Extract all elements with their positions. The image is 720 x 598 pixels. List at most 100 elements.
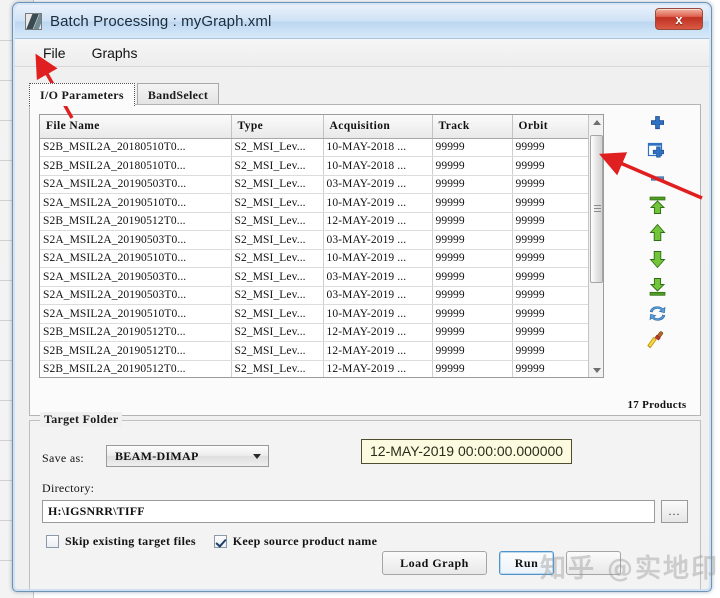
- directory-value: H:\IGSNRR\TIFF: [48, 504, 145, 518]
- cell-acquisition: 12-MAY-2019 ...: [323, 341, 433, 361]
- cell-acquisition: 12-MAY-2019 ...: [323, 360, 433, 377]
- table-row[interactable]: S2A_MSIL2A_20190503T0... S2_MSI_Lev... 03-…: [40, 267, 603, 287]
- directory-label: Directory:: [42, 481, 95, 495]
- title-bar: Batch Processing : myGraph.xml x: [15, 5, 709, 39]
- content-area: I/O Parameters BandSelect File Name Type…: [15, 68, 709, 589]
- broom-icon: [647, 331, 664, 349]
- table-row[interactable]: S2B_MSIL2A_20180510T0... S2_MSI_Lev... 10-…: [40, 156, 603, 176]
- table-vertical-scrollbar[interactable]: [588, 115, 603, 377]
- cell-track: 99999: [432, 304, 513, 324]
- menu-graphs[interactable]: Graphs: [82, 42, 148, 64]
- table-body: S2B_MSIL2A_20180510T0... S2_MSI_Lev... 10-…: [40, 138, 603, 377]
- cell-acquisition: 03-MAY-2019 ...: [323, 267, 433, 287]
- tab-io-parameters[interactable]: I/O Parameters: [29, 83, 135, 106]
- scroll-down-arrow-icon[interactable]: [589, 363, 603, 377]
- add-product-button[interactable]: [640, 111, 674, 137]
- save-as-combo[interactable]: BEAM-DIMAP: [106, 445, 269, 467]
- table-row[interactable]: S2B_MSIL2A_20190512T0... S2_MSI_Lev... 12-…: [40, 360, 603, 377]
- column-header-acquisition[interactable]: Acquisition: [323, 115, 433, 139]
- minus-icon: [650, 175, 664, 181]
- cell-file-name: S2A_MSIL2A_20190510T0...: [40, 249, 232, 268]
- cell-acquisition: 12-MAY-2019 ...: [323, 323, 433, 342]
- product-toolbar: 17 Products: [622, 111, 692, 411]
- directory-browse-button[interactable]: ...: [661, 500, 688, 523]
- add-folder-plus-icon: [647, 142, 664, 158]
- help-button[interactable]: [566, 551, 621, 575]
- scrollbar-thumb[interactable]: [590, 135, 603, 283]
- table-row[interactable]: S2A_MSIL2A_20190503T0... S2_MSI_Lev... 03-…: [40, 175, 603, 194]
- cell-file-name: S2A_MSIL2A_20190503T0...: [40, 230, 232, 250]
- cell-file-name: S2A_MSIL2A_20190503T0...: [40, 175, 232, 194]
- cell-type: S2_MSI_Lev...: [231, 267, 324, 287]
- cell-acquisition: 03-MAY-2019 ...: [323, 175, 433, 194]
- column-header-file-name[interactable]: File Name: [40, 115, 232, 139]
- move-to-bottom-button[interactable]: [640, 273, 674, 299]
- tab-panel-io-parameters: File Name Type Acquisition Track Orbit S…: [29, 104, 701, 416]
- table-row[interactable]: S2B_MSIL2A_20180510T0... S2_MSI_Lev... 10-…: [40, 138, 603, 157]
- table-row[interactable]: S2B_MSIL2A_20190512T0... S2_MSI_Lev... 12-…: [40, 212, 603, 231]
- save-as-value: BEAM-DIMAP: [115, 448, 199, 463]
- up-arrow-icon: [649, 223, 665, 241]
- scroll-up-arrow-icon[interactable]: [589, 115, 603, 129]
- refresh-button[interactable]: [640, 300, 674, 326]
- table-row[interactable]: S2B_MSIL2A_20190512T0... S2_MSI_Lev... 12-…: [40, 341, 603, 361]
- products-count-label: 17 Products: [627, 399, 687, 411]
- cell-acquisition: 03-MAY-2019 ...: [323, 230, 433, 250]
- close-button[interactable]: x: [655, 8, 703, 30]
- cell-track: 99999: [432, 267, 513, 287]
- cell-type: S2_MSI_Lev...: [231, 341, 324, 361]
- cell-track: 99999: [432, 341, 513, 361]
- load-graph-button[interactable]: Load Graph: [382, 551, 487, 575]
- move-down-button[interactable]: [640, 246, 674, 272]
- tab-bandselect[interactable]: BandSelect: [136, 83, 220, 106]
- batch-processing-window: Batch Processing : myGraph.xml x File Gr…: [12, 2, 712, 592]
- cell-acquisition: 10-MAY-2019 ...: [323, 304, 433, 324]
- product-table-element: File Name Type Acquisition Track Orbit S…: [40, 115, 603, 377]
- cell-type: S2_MSI_Lev...: [231, 212, 324, 231]
- move-to-top-button[interactable]: [640, 192, 674, 218]
- cell-file-name: S2B_MSIL2A_20190512T0...: [40, 323, 232, 342]
- run-button[interactable]: Run: [499, 551, 554, 575]
- cell-track: 99999: [432, 138, 513, 157]
- table-row[interactable]: S2A_MSIL2A_20190510T0... S2_MSI_Lev... 10-…: [40, 193, 603, 213]
- column-header-type[interactable]: Type: [231, 115, 324, 139]
- cell-file-name: S2A_MSIL2A_20190503T0...: [40, 286, 232, 305]
- cell-type: S2_MSI_Lev...: [231, 304, 324, 324]
- batch-processing-icon: [25, 13, 42, 30]
- cell-acquisition: 03-MAY-2019 ...: [323, 286, 433, 305]
- table-row[interactable]: S2A_MSIL2A_20190503T0... S2_MSI_Lev... 03-…: [40, 286, 603, 305]
- tab-strip: I/O Parameters BandSelect: [29, 82, 220, 106]
- save-as-label: Save as:: [42, 451, 85, 465]
- move-up-button[interactable]: [640, 219, 674, 245]
- column-header-track[interactable]: Track: [432, 115, 513, 139]
- cell-file-name: S2B_MSIL2A_20180510T0...: [40, 156, 232, 176]
- move-to-bottom-arrow-icon: [649, 277, 665, 296]
- cell-file-name: S2B_MSIL2A_20190512T0...: [40, 212, 232, 231]
- product-table[interactable]: File Name Type Acquisition Track Orbit S…: [39, 114, 604, 378]
- directory-input[interactable]: H:\IGSNRR\TIFF: [42, 500, 655, 523]
- menu-file[interactable]: File: [33, 42, 76, 64]
- cell-type: S2_MSI_Lev...: [231, 323, 324, 342]
- menu-bar: File Graphs: [15, 39, 709, 67]
- cell-acquisition: 10-MAY-2018 ...: [323, 138, 433, 157]
- table-row[interactable]: S2A_MSIL2A_20190510T0... S2_MSI_Lev... 10-…: [40, 304, 603, 324]
- table-row[interactable]: S2A_MSIL2A_20190503T0... S2_MSI_Lev... 03-…: [40, 230, 603, 250]
- remove-product-button[interactable]: [640, 165, 674, 191]
- add-product-folder-button[interactable]: [640, 138, 674, 164]
- cell-file-name: S2B_MSIL2A_20180510T0...: [40, 138, 232, 157]
- cell-track: 99999: [432, 360, 513, 377]
- cell-acquisition: 10-MAY-2019 ...: [323, 249, 433, 268]
- table-row[interactable]: S2B_MSIL2A_20190512T0... S2_MSI_Lev... 12-…: [40, 323, 603, 342]
- cell-acquisition: 12-MAY-2019 ...: [323, 212, 433, 231]
- table-header-row: File Name Type Acquisition Track Orbit: [40, 115, 603, 139]
- table-row[interactable]: S2A_MSIL2A_20190510T0... S2_MSI_Lev... 10-…: [40, 249, 603, 268]
- clear-button[interactable]: [640, 327, 674, 353]
- cell-type: S2_MSI_Lev...: [231, 175, 324, 194]
- plus-icon: [650, 115, 664, 129]
- move-to-top-arrow-icon: [649, 196, 665, 214]
- cell-file-name: S2A_MSIL2A_20190503T0...: [40, 267, 232, 287]
- cell-track: 99999: [432, 230, 513, 250]
- down-arrow-icon: [649, 250, 665, 268]
- cell-type: S2_MSI_Lev...: [231, 193, 324, 213]
- cell-track: 99999: [432, 193, 513, 213]
